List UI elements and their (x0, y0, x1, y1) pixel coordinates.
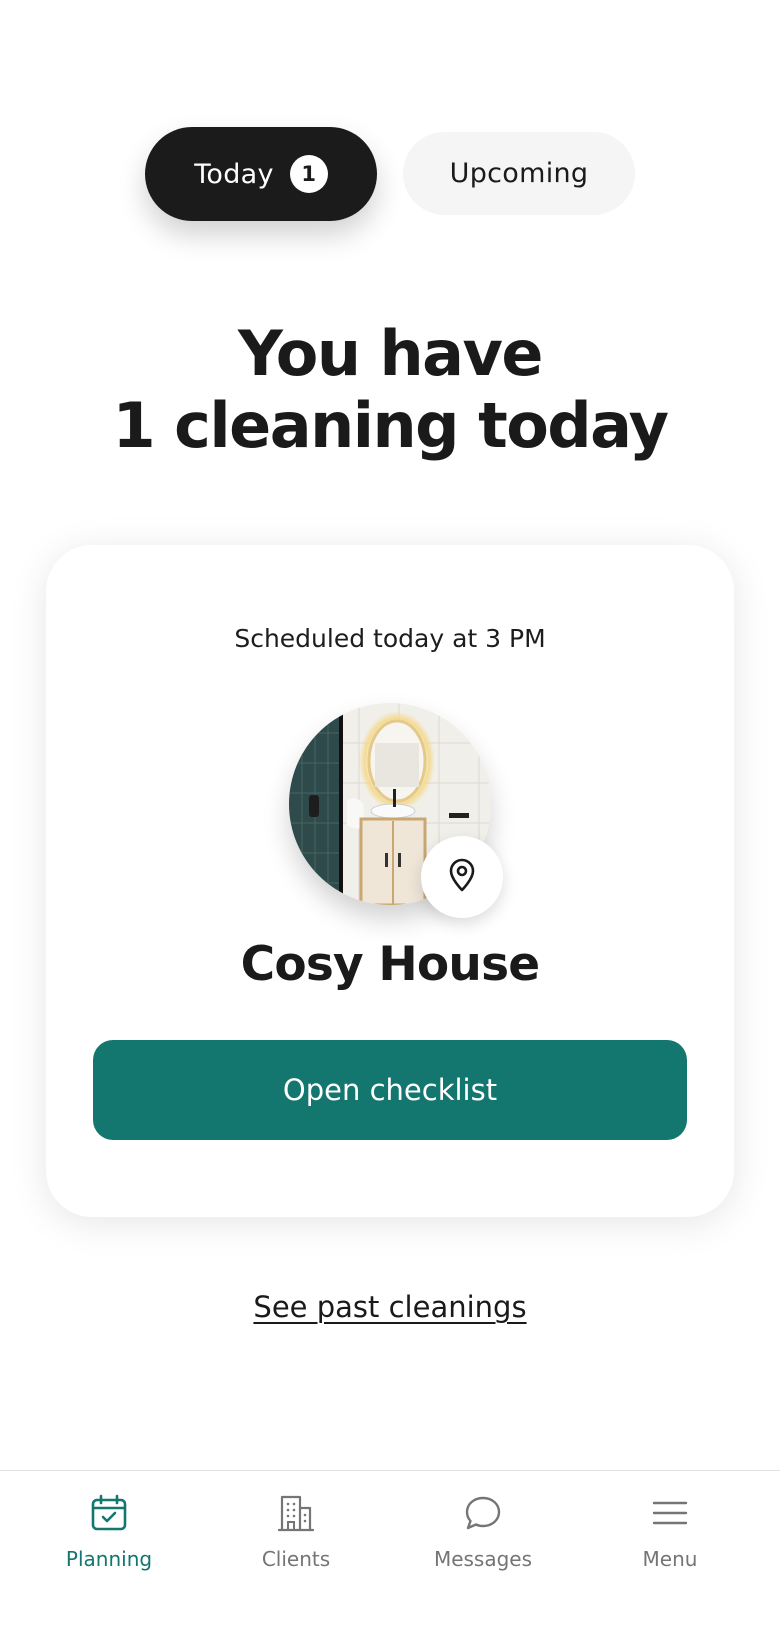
open-checklist-button[interactable]: Open checklist (93, 1040, 687, 1140)
bottom-navigation: Planning Clients Messages Menu (0, 1470, 780, 1651)
tab-today-label: Today (194, 158, 274, 190)
schedule-text: Scheduled today at 3 PM (234, 624, 546, 653)
nav-label-menu: Menu (642, 1547, 698, 1571)
page-headline: You have 1 cleaning today (0, 318, 780, 462)
day-tabs: Today 1 Upcoming (0, 127, 780, 221)
building-icon (276, 1493, 316, 1533)
hamburger-menu-icon (650, 1493, 690, 1533)
nav-label-planning: Planning (65, 1547, 153, 1571)
location-button[interactable] (421, 836, 503, 918)
calendar-check-icon (89, 1493, 129, 1533)
see-past-cleanings-link[interactable]: See past cleanings (253, 1290, 526, 1324)
past-cleanings-container: See past cleanings (0, 1290, 780, 1324)
tab-upcoming[interactable]: Upcoming (403, 132, 635, 215)
planning-screen: Today 1 Upcoming You have 1 cleaning tod… (0, 0, 780, 1651)
nav-label-messages: Messages (433, 1547, 533, 1571)
nav-item-clients[interactable]: Clients (216, 1493, 376, 1571)
map-pin-icon (447, 858, 477, 896)
chat-bubble-icon (463, 1493, 503, 1533)
headline-line-2: 1 cleaning today (112, 389, 669, 462)
cleaning-card: Scheduled today at 3 PM Cosy House Open … (46, 545, 734, 1217)
tab-today-count-badge: 1 (289, 155, 328, 193)
tab-today[interactable]: Today 1 (145, 127, 377, 221)
tab-upcoming-label: Upcoming (449, 158, 589, 189)
headline-line-1: You have (238, 317, 543, 390)
property-name: Cosy House (240, 937, 541, 992)
nav-item-messages[interactable]: Messages (403, 1493, 563, 1571)
nav-item-planning[interactable]: Planning (29, 1493, 189, 1571)
nav-label-clients: Clients (261, 1547, 331, 1571)
nav-item-menu[interactable]: Menu (590, 1493, 750, 1571)
